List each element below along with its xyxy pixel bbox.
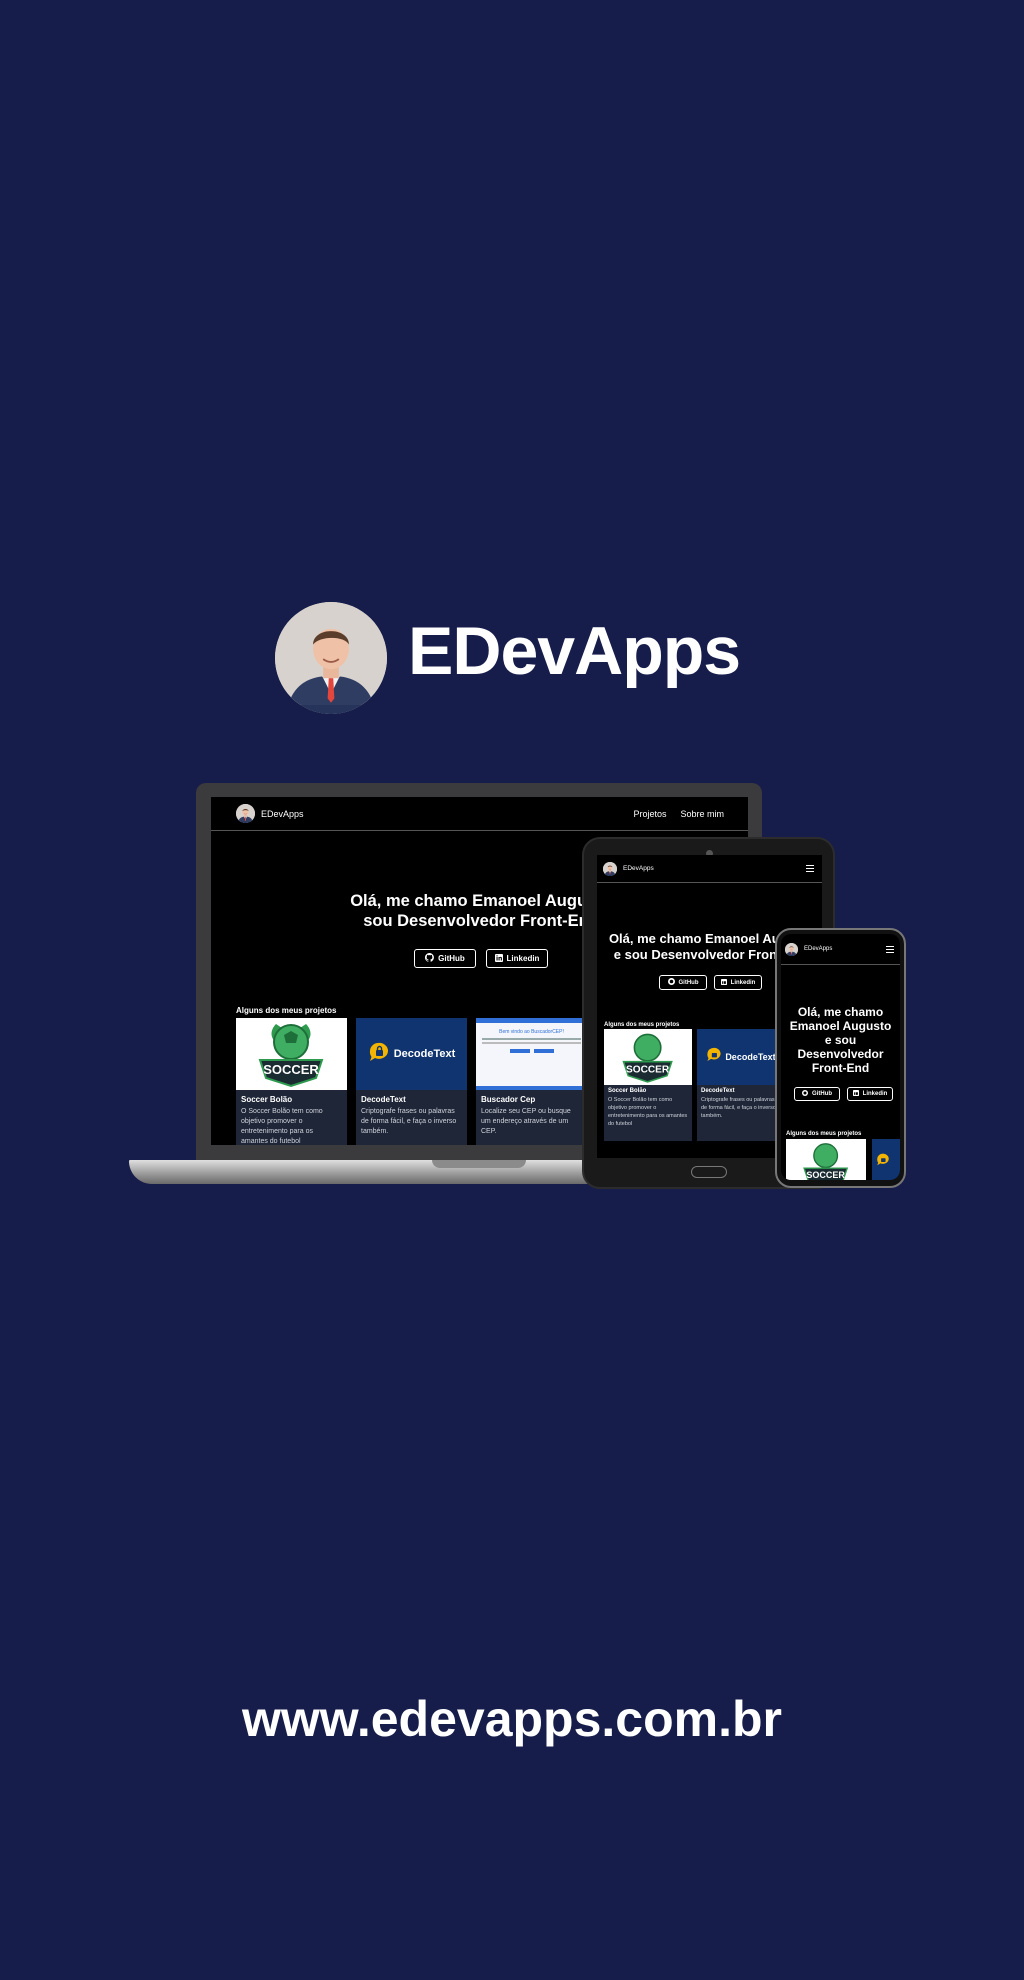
nav-brand-name[interactable]: EDevApps bbox=[261, 809, 304, 819]
lock-bubble-icon bbox=[368, 1042, 390, 1067]
nav-link-sobre-mim[interactable]: Sobre mim bbox=[680, 809, 724, 819]
projects-heading: Alguns dos meus projetos bbox=[604, 1022, 680, 1028]
github-icon bbox=[425, 953, 435, 964]
linkedin-icon bbox=[494, 953, 503, 964]
linkedin-button[interactable]: Linkedin bbox=[486, 949, 548, 968]
nav-brand-name[interactable]: EDevApps bbox=[623, 865, 654, 872]
project-title: DecodeText bbox=[701, 1088, 735, 1094]
github-button[interactable]: GitHub bbox=[414, 949, 476, 968]
nav-link-projetos[interactable]: Projetos bbox=[633, 809, 666, 819]
projects-heading: Alguns dos meus projetos bbox=[236, 1006, 337, 1015]
project-card-decodetext[interactable]: DecodeText DecodeText Criptografe frases… bbox=[697, 1029, 785, 1141]
soccer-logo: SOCCER bbox=[236, 1018, 347, 1090]
phone-screen: EDevApps Olá, me chamo Emanoel Augusto e… bbox=[781, 934, 900, 1180]
hamburger-menu-icon[interactable] bbox=[886, 945, 894, 953]
decodetext-logo: DecodeText bbox=[356, 1018, 467, 1090]
project-card-soccer[interactable]: SOCCER Soccer Bolão O Soccer Bolão tem c… bbox=[236, 1018, 347, 1145]
brand-avatar bbox=[275, 602, 387, 714]
project-desc: O Soccer Bolão tem como objetivo promove… bbox=[608, 1097, 688, 1127]
linkedin-label: Linkedin bbox=[730, 979, 756, 986]
soccer-logo: SOCCER bbox=[604, 1029, 692, 1085]
laptop-notch bbox=[432, 1160, 526, 1168]
hamburger-menu-icon[interactable] bbox=[806, 865, 814, 872]
nav-avatar bbox=[236, 804, 255, 823]
project-title: Soccer Bolão bbox=[608, 1088, 647, 1094]
project-card-soccer[interactable]: SOCCER Soccer Bolão O Soccer Bolão tem c… bbox=[604, 1029, 692, 1141]
site-nav: EDevApps bbox=[597, 855, 822, 883]
soccer-logo: SOCCER bbox=[786, 1139, 866, 1180]
cep-page-title: Bem vindo ao BuscadorCEP! bbox=[499, 1029, 564, 1035]
soccer-logo-text: SOCCER bbox=[626, 1065, 670, 1076]
project-desc: Criptografe frases ou palavras de forma … bbox=[701, 1097, 776, 1119]
github-button[interactable]: GitHub bbox=[794, 1087, 840, 1101]
linkedin-icon bbox=[720, 978, 727, 987]
linkedin-label: Linkedin bbox=[862, 1091, 888, 1097]
decodetext-logo: DecodeText bbox=[697, 1029, 785, 1085]
lock-bubble-icon bbox=[876, 1153, 890, 1171]
project-title: Soccer Bolão bbox=[241, 1095, 293, 1104]
project-desc: O Soccer Bolão tem como objetivo promove… bbox=[241, 1108, 323, 1145]
buscador-cep-screenshot: Bem vindo ao BuscadorCEP! bbox=[476, 1018, 587, 1090]
linkedin-button[interactable]: Linkedin bbox=[714, 975, 762, 990]
nav-avatar bbox=[785, 942, 798, 956]
github-label: GitHub bbox=[438, 954, 465, 963]
github-label: GitHub bbox=[678, 979, 699, 986]
decodetext-logo-text: DecodeText bbox=[725, 1052, 776, 1062]
nav-brand-name[interactable]: EDevApps bbox=[804, 946, 832, 952]
project-card-decodetext[interactable]: DecodeText DecodeText Criptografe frases… bbox=[356, 1018, 467, 1145]
project-card-soccer[interactable]: SOCCER bbox=[786, 1139, 866, 1180]
github-label: GitHub bbox=[812, 1091, 832, 1097]
site-nav: EDevApps Projetos Sobre mim bbox=[211, 797, 748, 831]
project-desc: Criptografe frases ou palavras de forma … bbox=[361, 1108, 457, 1135]
project-title: Buscador Cep bbox=[481, 1095, 536, 1104]
project-card-decodetext[interactable] bbox=[872, 1139, 900, 1180]
soccer-logo-text: SOCCER bbox=[263, 1062, 319, 1077]
lock-bubble-icon bbox=[706, 1047, 722, 1067]
hero-heading: Olá, me chamo Emanoel Augusto e sou Dese… bbox=[789, 1005, 892, 1075]
website-url[interactable]: www.edevapps.com.br bbox=[0, 1690, 1024, 1748]
nav-avatar bbox=[603, 861, 617, 876]
github-button[interactable]: GitHub bbox=[659, 975, 707, 990]
linkedin-button[interactable]: Linkedin bbox=[847, 1087, 893, 1101]
decodetext-logo-text: DecodeText bbox=[393, 1048, 456, 1060]
site-nav: EDevApps bbox=[781, 934, 900, 965]
project-card-buscador-cep[interactable]: Bem vindo ao BuscadorCEP! Buscador Cep L… bbox=[476, 1018, 587, 1145]
brand-title: EDevApps bbox=[408, 613, 741, 689]
soccer-logo-text: SOCCER bbox=[806, 1170, 845, 1180]
linkedin-label: Linkedin bbox=[506, 954, 540, 963]
project-desc: Localize seu CEP ou busque um endereço a… bbox=[481, 1108, 571, 1135]
projects-heading: Alguns dos meus projetos bbox=[786, 1131, 862, 1137]
tablet-home-button bbox=[691, 1166, 727, 1178]
project-title: DecodeText bbox=[361, 1095, 406, 1104]
linkedin-icon bbox=[852, 1090, 859, 1098]
github-icon bbox=[667, 978, 675, 987]
github-icon bbox=[802, 1090, 808, 1098]
